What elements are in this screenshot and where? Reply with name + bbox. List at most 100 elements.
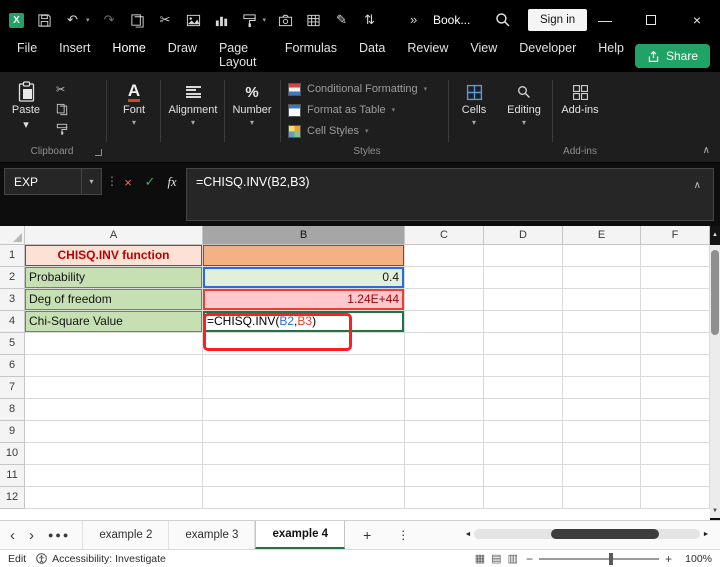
- cell-D5[interactable]: [484, 333, 563, 355]
- cell-B12[interactable]: [203, 487, 405, 509]
- cell-C1[interactable]: [405, 245, 484, 267]
- sheet-tab-example-4[interactable]: example 4: [255, 521, 346, 549]
- sort-icon[interactable]: ⇅: [361, 12, 378, 29]
- undo-icon[interactable]: ↶: [64, 12, 81, 29]
- alignment-group-button[interactable]: Alignment ▾: [164, 76, 222, 127]
- copy-button[interactable]: [56, 102, 72, 116]
- styles-item-conditional-formatting[interactable]: Conditional Formatting ▾: [288, 80, 427, 98]
- row-header-3[interactable]: 3: [0, 289, 25, 311]
- tab-view[interactable]: View: [459, 36, 508, 76]
- row-header-5[interactable]: 5: [0, 333, 25, 355]
- cell-A12[interactable]: [25, 487, 203, 509]
- cell-C9[interactable]: [405, 421, 484, 443]
- sheet-tab-example-3[interactable]: example 3: [169, 521, 256, 549]
- camera-icon[interactable]: [277, 12, 294, 29]
- cancel-button[interactable]: ×: [118, 172, 138, 192]
- cell-F10[interactable]: [641, 443, 710, 465]
- cell-C10[interactable]: [405, 443, 484, 465]
- new-sheet-button[interactable]: +: [345, 521, 389, 549]
- cell-E8[interactable]: [563, 399, 641, 421]
- cell-F6[interactable]: [641, 355, 710, 377]
- cell-E7[interactable]: [563, 377, 641, 399]
- column-header-D[interactable]: D: [484, 226, 563, 245]
- page-break-view-icon[interactable]: ▥: [508, 552, 518, 565]
- cell-A2[interactable]: Probability: [25, 267, 203, 289]
- copies-icon[interactable]: [129, 12, 146, 29]
- redo-icon[interactable]: ↷: [101, 12, 118, 29]
- cell-D6[interactable]: [484, 355, 563, 377]
- cell-B10[interactable]: [203, 443, 405, 465]
- cell-F1[interactable]: [641, 245, 710, 267]
- cell-E11[interactable]: [563, 465, 641, 487]
- zoom-thumb[interactable]: [608, 552, 613, 565]
- cell-B4[interactable]: =CHISQ.INV(B2,B3): [203, 311, 405, 333]
- page-layout-view-icon[interactable]: ▤: [491, 552, 501, 565]
- clipboard-dialog-launcher-icon[interactable]: [95, 149, 102, 156]
- tab-developer[interactable]: Developer: [508, 36, 587, 76]
- styles-item-format-as-table[interactable]: Format as Table ▾: [288, 101, 427, 119]
- cell-B8[interactable]: [203, 399, 405, 421]
- insert-function-button[interactable]: fx: [162, 172, 182, 192]
- column-header-E[interactable]: E: [563, 226, 641, 245]
- cell-D4[interactable]: [484, 311, 563, 333]
- cell-D8[interactable]: [484, 399, 563, 421]
- formula-input[interactable]: =CHISQ.INV(B2,B3) ∧: [186, 168, 714, 221]
- accessibility-checker[interactable]: Accessibility: Investigate: [36, 553, 166, 565]
- cell-D12[interactable]: [484, 487, 563, 509]
- cell-C4[interactable]: [405, 311, 484, 333]
- cell-B3[interactable]: 1.24E+44: [203, 289, 405, 311]
- column-header-B[interactable]: B: [203, 226, 405, 245]
- tab-page-layout[interactable]: Page Layout: [208, 36, 274, 76]
- chart-icon[interactable]: [213, 12, 230, 29]
- cell-A7[interactable]: [25, 377, 203, 399]
- prev-sheet-icon[interactable]: ‹: [10, 527, 15, 544]
- cell-A9[interactable]: [25, 421, 203, 443]
- scroll-down-icon[interactable]: ▼: [710, 504, 720, 518]
- cell-C8[interactable]: [405, 399, 484, 421]
- name-box-dropdown-icon[interactable]: ▾: [81, 169, 101, 194]
- cut-button[interactable]: ✂: [56, 82, 72, 96]
- cells-group-button[interactable]: Cells ▾: [452, 76, 496, 127]
- row-header-4[interactable]: 4: [0, 311, 25, 333]
- cell-A11[interactable]: [25, 465, 203, 487]
- cell-B6[interactable]: [203, 355, 405, 377]
- cell-D1[interactable]: [484, 245, 563, 267]
- tab-file[interactable]: File: [6, 36, 48, 76]
- cell-A5[interactable]: [25, 333, 203, 355]
- cell-D2[interactable]: [484, 267, 563, 289]
- pen-icon[interactable]: ✎: [333, 12, 350, 29]
- save-icon[interactable]: [36, 12, 53, 29]
- picture-icon[interactable]: [185, 12, 202, 29]
- close-button[interactable]: ×: [674, 0, 720, 40]
- tab-draw[interactable]: Draw: [157, 36, 208, 76]
- sheet-options-icon[interactable]: ⋮: [389, 521, 417, 549]
- horizontal-scroll-thumb[interactable]: [550, 529, 660, 539]
- all-sheets-icon[interactable]: ●●●: [48, 530, 70, 540]
- row-header-11[interactable]: 11: [0, 465, 25, 487]
- restore-button[interactable]: [628, 0, 674, 40]
- cell-C3[interactable]: [405, 289, 484, 311]
- toolbar-overflow-icon[interactable]: »: [410, 12, 417, 27]
- cell-D11[interactable]: [484, 465, 563, 487]
- zoom-level[interactable]: 100%: [680, 553, 712, 565]
- column-header-F[interactable]: F: [641, 226, 710, 245]
- cell-B5[interactable]: [203, 333, 405, 355]
- scroll-right-icon[interactable]: ►: [700, 531, 712, 538]
- row-header-1[interactable]: 1: [0, 245, 25, 267]
- cell-C5[interactable]: [405, 333, 484, 355]
- cell-C12[interactable]: [405, 487, 484, 509]
- minimize-button[interactable]: —: [582, 0, 628, 40]
- collapse-ribbon-icon[interactable]: ∧: [703, 145, 710, 156]
- tab-help[interactable]: Help: [587, 36, 635, 76]
- table-icon[interactable]: [305, 12, 322, 29]
- cell-A4[interactable]: Chi-Square Value: [25, 311, 203, 333]
- styles-item-cell-styles[interactable]: Cell Styles ▾: [288, 122, 427, 140]
- row-header-2[interactable]: 2: [0, 267, 25, 289]
- format-painter-button[interactable]: [56, 122, 72, 136]
- cell-B2[interactable]: 0.4: [203, 267, 405, 289]
- excel-icon[interactable]: X: [8, 12, 25, 29]
- cell-E10[interactable]: [563, 443, 641, 465]
- cell-E12[interactable]: [563, 487, 641, 509]
- column-header-C[interactable]: C: [405, 226, 484, 245]
- scroll-left-icon[interactable]: ◄: [462, 531, 474, 538]
